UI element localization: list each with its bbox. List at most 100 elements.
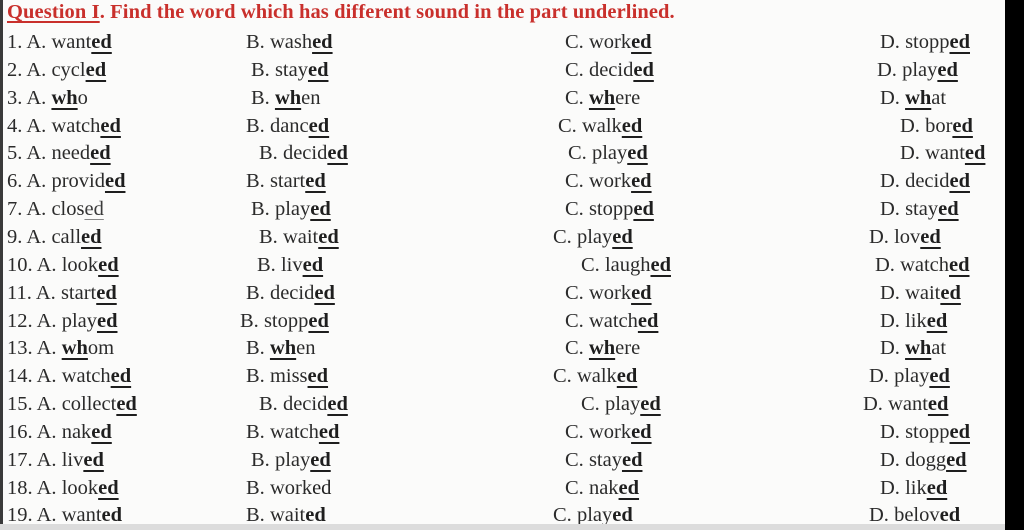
option-letter: C.	[565, 58, 584, 81]
answer-option-d: D. what	[880, 334, 946, 362]
word-prefix: play	[61, 309, 97, 332]
underlined-part: wh	[269, 337, 297, 360]
option-letter: A.	[36, 365, 57, 388]
option-letter: C.	[565, 476, 584, 499]
option-letter: D.	[880, 309, 900, 332]
word-prefix: work	[588, 31, 632, 53]
word-suffix: om	[87, 337, 115, 360]
question-row: 12. A. played B. stopped C. watched D. like…	[3, 307, 1008, 335]
option-letter: C.	[553, 225, 572, 248]
question-row: 17. A. lived B. played C. stayed D. dogged	[3, 446, 1008, 474]
option-letter: D.	[900, 114, 920, 137]
answer-option-a: 7. A. closed	[7, 195, 104, 223]
option-letter: A.	[36, 448, 57, 471]
option-letter: B.	[246, 281, 265, 304]
option-letter: B.	[251, 448, 270, 471]
answer-option-a: 5. A. needed	[7, 139, 111, 167]
option-letter: C.	[565, 170, 584, 193]
option-letter: B.	[257, 253, 276, 276]
underlined-part: ed	[949, 253, 970, 276]
underlined-part: wh	[274, 86, 302, 109]
option-letter: D.	[880, 170, 900, 193]
option-letter: C.	[565, 448, 584, 471]
underlined-part: ed	[100, 114, 121, 137]
underlined-part: ed	[327, 142, 348, 165]
option-letter: D.	[880, 31, 900, 53]
word-prefix: decid	[905, 170, 950, 193]
answer-option-c: C. where	[565, 84, 640, 112]
underlined-part: ed	[631, 170, 652, 193]
underlined-part: wh	[61, 337, 88, 360]
underlined-part: wh	[905, 337, 932, 360]
underlined-part: ed	[631, 281, 652, 304]
underlined-part: ed	[84, 198, 104, 221]
underlined-part: ed	[91, 31, 112, 53]
answer-option-c: C. played	[553, 223, 633, 251]
word-suffix: en	[296, 337, 316, 360]
option-letter: A.	[36, 309, 57, 332]
word-prefix: watch	[51, 114, 101, 137]
question-number: 2.	[7, 58, 23, 81]
underlined-part: ed	[952, 114, 973, 137]
word-prefix: wait	[282, 225, 319, 248]
option-letter: B.	[246, 420, 265, 443]
word-prefix: play	[894, 365, 930, 388]
option-letter: A.	[36, 393, 57, 416]
option-letter: A.	[26, 114, 47, 137]
question-row: 9. A. called B. waited C. played D. loved	[3, 223, 1008, 251]
option-letter: D.	[880, 281, 900, 304]
word-prefix: want	[51, 31, 92, 53]
question-row: 7. A. closed B. played C. stopped D. stayed	[3, 195, 1008, 223]
option-letter: A.	[26, 142, 47, 165]
underlined-part: ed	[612, 225, 633, 248]
option-letter: A.	[26, 170, 47, 193]
question-row: 11. A. started B. decided C. worked D. wait…	[3, 279, 1008, 307]
underlined-part: wh	[588, 337, 616, 360]
answer-option-c: C. worked	[565, 28, 652, 56]
question-row: 18. A. looked B. worked C. naked D. liked	[3, 474, 1008, 502]
word-prefix: stay	[274, 58, 308, 81]
answer-option-d: D. stopped	[880, 28, 970, 56]
option-letter: C.	[581, 393, 600, 416]
underlined-part: ed	[621, 114, 643, 137]
option-letter: B.	[259, 142, 278, 165]
underlined-part: ed	[946, 448, 967, 471]
answer-option-b: B. when	[251, 84, 321, 112]
answer-option-c: C. played	[581, 390, 661, 418]
answer-option-a: 4. A. watched	[7, 112, 121, 140]
option-letter: B.	[246, 365, 265, 388]
word-prefix: watch	[269, 420, 319, 443]
word-prefix: liv	[61, 448, 84, 471]
answer-option-d: D. stopped	[880, 418, 970, 446]
question-row: 14. A. watched B. missed C. walked D. playe…	[3, 362, 1008, 390]
underlined-part: ed	[949, 170, 970, 193]
option-letter: B.	[246, 170, 265, 193]
answer-option-b: B. watched	[246, 418, 339, 446]
answer-option-c: C. walked	[553, 362, 637, 390]
answer-option-a: 9. A. called	[7, 223, 102, 251]
question-number: 16.	[7, 420, 33, 443]
option-letter: D.	[875, 253, 895, 276]
answer-option-b: B. washed	[246, 28, 333, 56]
word-prefix: stopp	[588, 198, 634, 221]
question-row: 16. A. naked B. watched C. worked D. stoppe…	[3, 418, 1008, 446]
answer-option-d: D. bored	[900, 112, 973, 140]
word-prefix: decid	[282, 142, 328, 165]
option-letter: A.	[26, 198, 47, 221]
underlined-part: ed	[650, 253, 671, 276]
word-prefix: work	[269, 476, 313, 499]
question-row: 13. A. whom B. when C. where D. what	[3, 334, 1008, 362]
answer-option-d: D. stayed	[880, 195, 959, 223]
answer-option-b: B. decided	[259, 139, 348, 167]
underlined-part: ed	[96, 309, 118, 332]
word-prefix: stay	[905, 198, 939, 221]
underlined-part: ed	[949, 420, 971, 443]
question-number: 10.	[7, 253, 33, 276]
underlined-part: ed	[920, 225, 941, 248]
question-number: 6.	[7, 170, 23, 193]
option-letter: B.	[246, 476, 265, 499]
option-letter: C.	[581, 253, 600, 276]
underlined-part: ed	[927, 393, 949, 416]
underlined-part: ed	[926, 476, 948, 499]
question-number: 7.	[7, 198, 23, 221]
